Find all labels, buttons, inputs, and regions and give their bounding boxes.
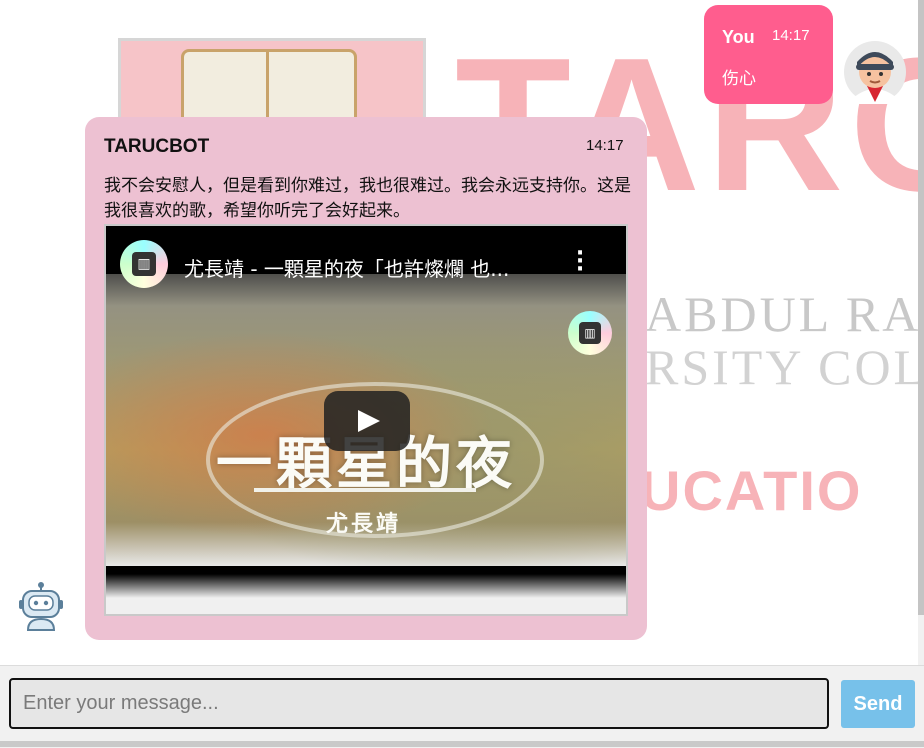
youtube-embed[interactable]: 一顆星的夜 尤長靖 ▥ 尤長靖 - 一顆星的夜「也許燦爛 也... · · · ▥ <box>104 224 628 616</box>
thumbnail-artist: 尤長靖 <box>326 511 402 537</box>
chat-scrollbar-thumb[interactable] <box>918 0 924 615</box>
user-message-bubble: You 14:17 伤心 <box>704 5 833 104</box>
video-title-link[interactable]: 尤長靖 - 一顆星的夜「也許燦爛 也... <box>184 253 544 282</box>
channel-watermark-icon[interactable]: ▥ <box>568 311 612 355</box>
play-icon[interactable] <box>324 391 410 451</box>
message-sender: TARUCBOT <box>104 136 210 157</box>
message-input[interactable] <box>9 678 829 729</box>
watermark-line1: ABDUL RAHM <box>645 286 924 342</box>
message-text: 伤心 <box>722 69 756 89</box>
more-vertical-icon[interactable]: · · · <box>574 243 586 281</box>
watermark-line3: UCATIO <box>640 459 863 522</box>
bot-message-bubble: TARUCBOT 14:17 我不会安慰人，但是看到你难过，我也很难过。我会永远… <box>85 117 647 640</box>
watermark-line2: RSITY COLL <box>645 339 924 395</box>
message-sender: You <box>722 27 755 47</box>
send-button[interactable]: Send <box>841 680 915 728</box>
message-text: 我不会安慰人，但是看到你难过，我也很难过。我会永远支持你。这是我很喜欢的歌，希望… <box>104 176 631 221</box>
message-time: 14:17 <box>586 137 624 154</box>
message-time: 14:17 <box>772 27 810 44</box>
user-avatar-icon <box>844 41 906 104</box>
bot-avatar-icon <box>19 582 63 631</box>
channel-logo-icon[interactable]: ▥ <box>120 240 168 288</box>
